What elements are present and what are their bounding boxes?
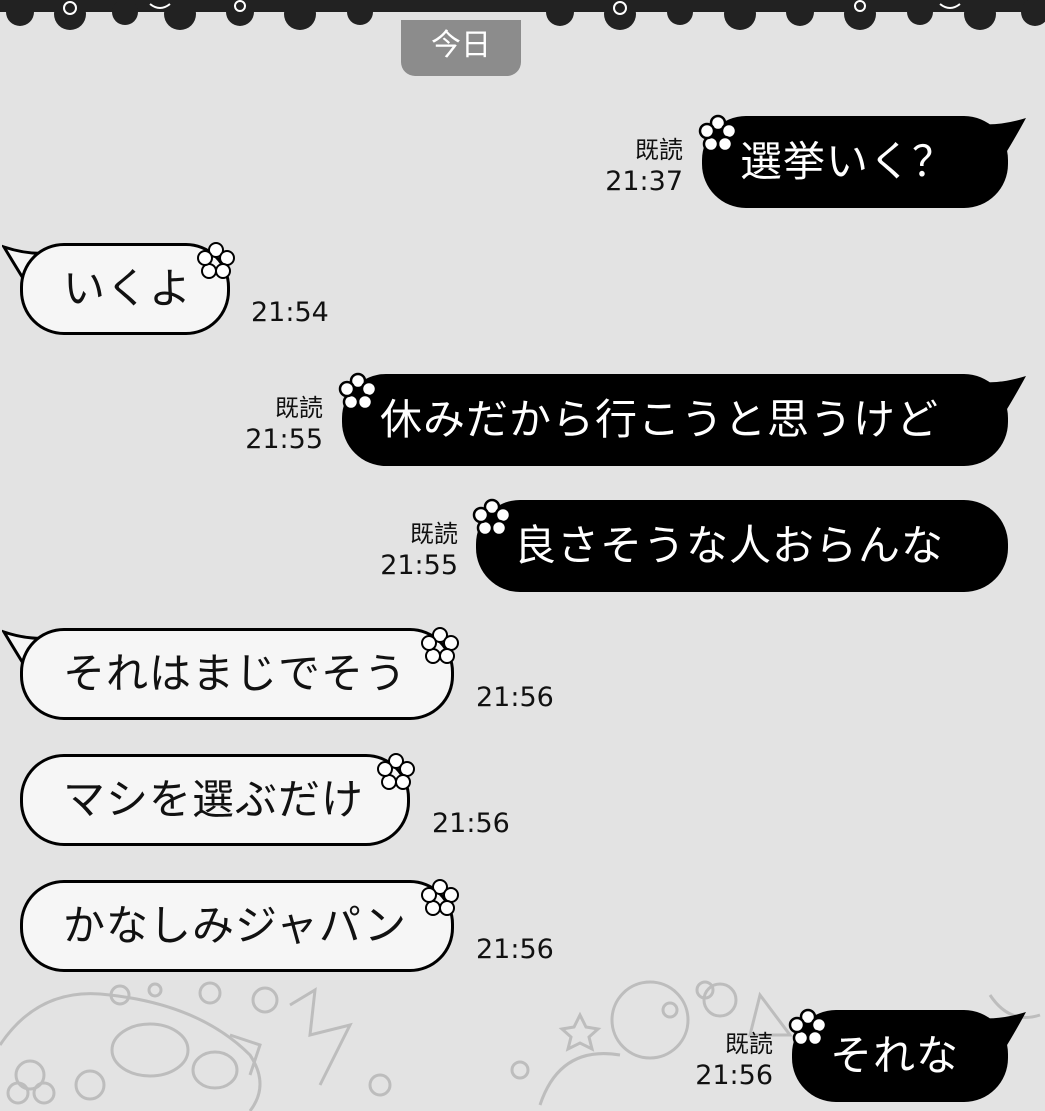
flower-icon	[377, 753, 415, 790]
flower-icon	[421, 627, 459, 664]
chat-room: 今日 既読 21:37 選挙いく？ いくよ 21:54 既読 21:55 休みだ…	[0, 0, 1045, 1111]
message-time: 21:37	[605, 166, 683, 197]
message-bubble[interactable]: マシを選ぶだけ	[20, 754, 410, 846]
read-receipt: 既読	[410, 520, 458, 548]
message-time: 21:54	[251, 297, 329, 328]
message-text: 良さそうな人おらんな	[514, 521, 945, 570]
message-time: 21:55	[245, 424, 323, 455]
message-time: 21:55	[380, 550, 458, 581]
flower-icon	[788, 1008, 828, 1047]
message-time: 21:56	[432, 808, 510, 839]
flower-icon	[472, 498, 512, 537]
bubble-tail	[980, 376, 1026, 414]
read-receipt: 既読	[275, 394, 323, 422]
message-meta: 既読 21:55	[225, 394, 323, 458]
message-bubble[interactable]: 良さそうな人おらんな	[476, 500, 1008, 592]
message-text: かなしみジャパン	[63, 901, 408, 950]
flower-icon	[197, 242, 235, 279]
message-meta: 既読 21:56	[675, 1030, 773, 1094]
message-time: 21:56	[695, 1060, 773, 1091]
message-time: 21:56	[476, 682, 554, 713]
read-receipt: 既読	[635, 136, 683, 164]
message-time: 21:56	[476, 934, 554, 965]
message-text: 休みだから行こうと思うけど	[380, 395, 940, 444]
message-meta: 既読 21:37	[585, 136, 683, 200]
bubble-tail	[980, 1012, 1026, 1050]
message-bubble[interactable]: 選挙いく？	[702, 116, 1008, 208]
flower-icon	[338, 372, 378, 411]
message-text: 選挙いく？	[740, 137, 956, 186]
message-meta: 既読 21:55	[360, 520, 458, 584]
bubble-tail	[980, 118, 1026, 156]
flower-icon	[698, 114, 738, 153]
top-doodle-border	[0, 0, 1045, 30]
date-separator: 今日	[401, 20, 521, 76]
read-receipt: 既読	[725, 1030, 773, 1058]
message-text: それはまじでそう	[63, 649, 408, 698]
message-bubble[interactable]: それはまじでそう	[20, 628, 454, 720]
message-bubble[interactable]: かなしみジャパン	[20, 880, 454, 972]
message-text: マシを選ぶだけ	[63, 775, 365, 824]
message-bubble[interactable]: 休みだから行こうと思うけど	[342, 374, 1008, 466]
flower-icon	[421, 879, 459, 916]
